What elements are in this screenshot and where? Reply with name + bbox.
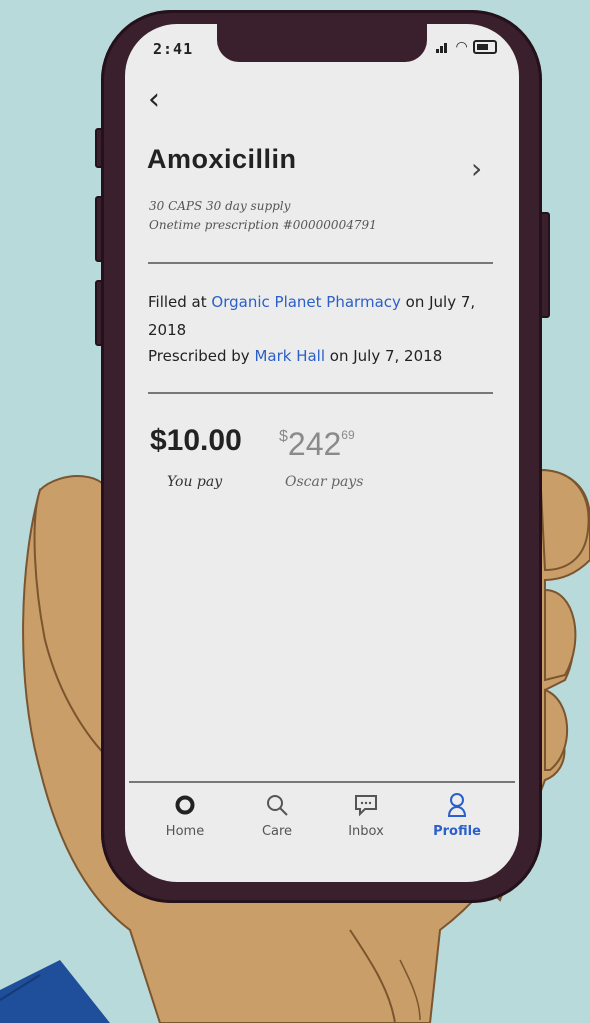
battery-icon xyxy=(473,40,497,54)
divider xyxy=(148,262,493,264)
wifi-icon: ◠ xyxy=(456,39,467,55)
oscar-pays-label: Oscar pays xyxy=(285,474,364,490)
notch xyxy=(217,24,427,62)
home-icon xyxy=(145,792,225,818)
chevron-left-icon: ‹ xyxy=(148,81,160,117)
tab-label: Profile xyxy=(433,824,481,839)
tab-label: Inbox xyxy=(348,824,384,839)
oscar-pays-amount: $24269 xyxy=(279,426,355,463)
tab-profile[interactable]: Profile xyxy=(417,792,497,839)
rx-number: Onetime prescription #00000004791 xyxy=(149,218,377,232)
phone-screen: 2:41 ◠ ‹ Amoxicillin › 30 CAPS 30 day su… xyxy=(125,24,519,882)
status-time: 2:41 xyxy=(153,40,194,58)
you-pay-amount: $10.00 xyxy=(150,424,242,457)
pharmacy-link[interactable]: Organic Planet Pharmacy xyxy=(211,293,400,311)
prescriber-link[interactable]: Mark Hall xyxy=(254,347,325,365)
filled-prefix: Filled at xyxy=(148,293,212,311)
back-button[interactable]: ‹ xyxy=(143,81,165,117)
person-icon xyxy=(417,792,497,818)
currency-symbol: $ xyxy=(279,428,288,445)
oscar-cents: 69 xyxy=(341,428,355,442)
rx-supply: 30 CAPS 30 day supply xyxy=(149,199,291,213)
prescribed-date: on July 7, 2018 xyxy=(325,347,443,365)
chevron-right-icon[interactable]: › xyxy=(471,152,482,185)
search-icon xyxy=(237,792,317,818)
message-icon xyxy=(326,792,406,818)
tab-inbox[interactable]: Inbox xyxy=(326,792,406,839)
divider xyxy=(148,392,493,394)
prescribed-by-text: Prescribed by Mark Hall on July 7, 2018 xyxy=(148,342,498,370)
tab-care[interactable]: Care xyxy=(237,792,317,839)
filled-at-text: Filled at Organic Planet Pharmacy on Jul… xyxy=(148,288,498,344)
drug-title: Amoxicillin xyxy=(147,144,297,174)
signal-icon xyxy=(436,41,450,53)
status-icons: ◠ xyxy=(436,40,497,54)
tab-bar-divider xyxy=(129,781,515,783)
tab-label: Care xyxy=(261,824,293,839)
tab-home[interactable]: Home xyxy=(145,792,225,839)
you-pay-label: You pay xyxy=(167,474,223,490)
oscar-dollars: 242 xyxy=(287,426,342,462)
prescribed-prefix: Prescribed by xyxy=(148,347,255,365)
tab-label: Home xyxy=(165,824,205,839)
